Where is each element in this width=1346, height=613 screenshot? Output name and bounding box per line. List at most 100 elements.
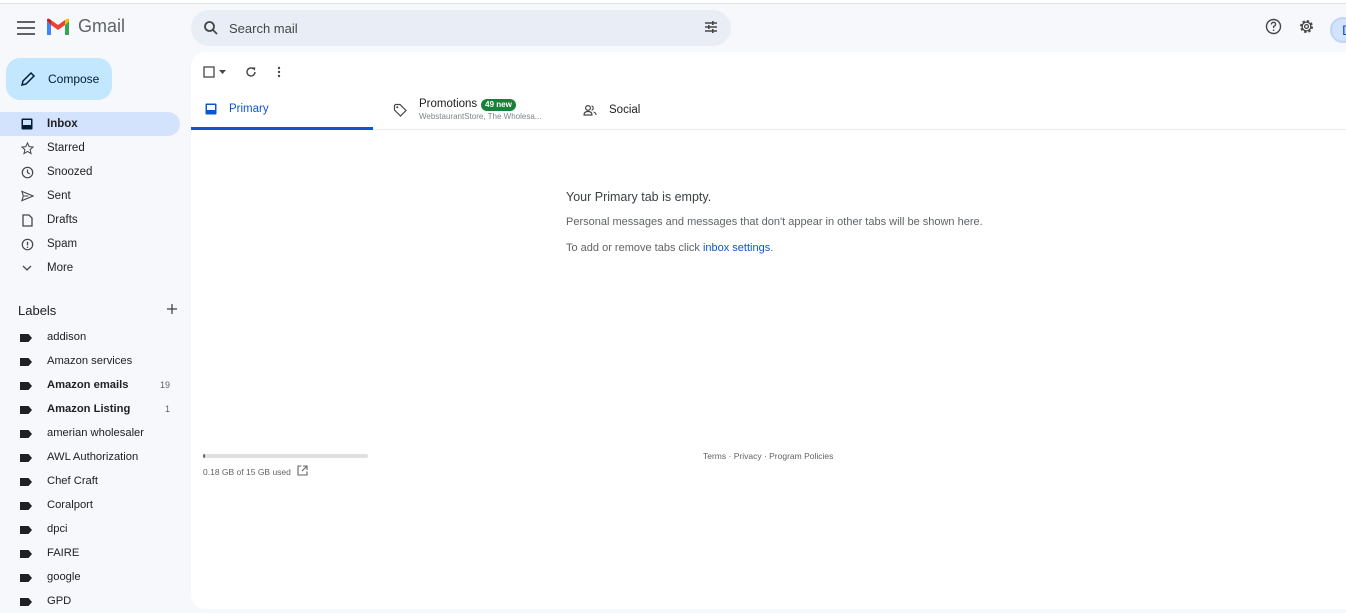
sidebar-item-label: Drafts: [47, 214, 78, 226]
search-bar[interactable]: [191, 10, 731, 46]
account-avatar[interactable]: D: [1330, 17, 1346, 43]
label-item[interactable]: Amazon Listing 1: [0, 397, 180, 421]
inbox-icon: [19, 116, 35, 132]
label-tag-icon: [20, 357, 32, 366]
draft-icon: [19, 212, 35, 228]
main-nav: Inbox Starred Snoozed Sent Drafts Spam M…: [0, 112, 180, 280]
star-icon: [19, 140, 35, 156]
label-tag-icon: [20, 597, 32, 606]
sidebar-item-inbox[interactable]: Inbox: [0, 112, 180, 136]
compose-label: Compose: [48, 72, 100, 86]
label-tag-icon: [20, 405, 32, 414]
label-tag-icon: [20, 525, 32, 534]
search-icon[interactable]: [193, 20, 229, 36]
label-name: addison: [47, 331, 87, 343]
sidebar: Compose Inbox Starred Snoozed Sent Draft…: [0, 52, 191, 609]
tab-primary-label: Primary: [229, 102, 269, 115]
label-item[interactable]: Chef Craft: [0, 469, 180, 493]
settings-gear-icon[interactable]: [1298, 18, 1315, 40]
storage-bar-fill: [203, 454, 205, 458]
sidebar-item-starred[interactable]: Starred: [0, 136, 180, 160]
label-item[interactable]: Amazon emails 19: [0, 373, 180, 397]
storage-usage: 0.18 GB of 15 GB used: [203, 454, 368, 478]
label-tag-icon: [20, 333, 32, 342]
sidebar-item-sent[interactable]: Sent: [0, 184, 180, 208]
inbox-icon: [205, 103, 217, 115]
empty-description: Personal messages and messages that don'…: [566, 216, 983, 228]
sidebar-item-spam[interactable]: Spam: [0, 232, 180, 256]
label-item[interactable]: addison: [0, 325, 180, 349]
privacy-link[interactable]: Privacy: [734, 451, 762, 461]
empty-title: Your Primary tab is empty.: [566, 190, 712, 204]
new-count-badge: 49 new: [481, 99, 516, 111]
add-label-icon[interactable]: [166, 303, 178, 318]
sidebar-item-label: Snoozed: [47, 166, 93, 178]
label-item[interactable]: FAIRE: [0, 541, 180, 565]
program-policies-link[interactable]: Program Policies: [769, 451, 833, 461]
label-tag-icon: [20, 453, 32, 462]
label-name: amerian wholesaler: [47, 427, 145, 439]
label-name: GPD: [47, 595, 72, 607]
storage-text-row: 0.18 GB of 15 GB used: [203, 465, 368, 478]
label-tag-icon: [20, 429, 32, 438]
people-icon: [583, 104, 597, 116]
sidebar-item-label: Spam: [47, 238, 78, 250]
label-item[interactable]: dpci: [0, 517, 180, 541]
label-item[interactable]: Coralport: [0, 493, 180, 517]
select-dropdown-icon[interactable]: [219, 69, 226, 75]
search-options-icon[interactable]: [703, 19, 719, 40]
tab-primary[interactable]: Primary: [191, 90, 373, 130]
label-name: Amazon services: [47, 355, 133, 367]
empty-hint-suffix: .: [770, 242, 774, 254]
sidebar-item-label: Starred: [47, 142, 85, 154]
tab-promotions[interactable]: Promotions 49 new WebstaurantStore, The …: [393, 90, 583, 130]
sidebar-item-label: Sent: [47, 190, 71, 202]
more-options-icon[interactable]: [277, 66, 281, 78]
inbox-settings-link[interactable]: inbox settings: [703, 242, 770, 254]
label-name: google: [47, 571, 81, 583]
label-item[interactable]: amerian wholesaler: [0, 421, 180, 445]
label-unread-count: 1: [164, 404, 170, 414]
label-item[interactable]: GPD: [0, 589, 180, 613]
label-tag-icon: [20, 501, 32, 510]
app-name: Gmail: [78, 16, 126, 36]
gmail-logo[interactable]: Gmail: [46, 16, 125, 37]
label-name: Chef Craft: [47, 475, 98, 487]
label-tag-icon: [20, 549, 32, 558]
sidebar-item-drafts[interactable]: Drafts: [0, 208, 180, 232]
category-tabs: Primary Promotions 49 new WebstaurantSto…: [191, 90, 1346, 130]
tab-social[interactable]: Social: [583, 90, 763, 130]
refresh-icon[interactable]: [245, 66, 257, 78]
select-checkbox[interactable]: [203, 66, 215, 78]
sidebar-item-snoozed[interactable]: Snoozed: [0, 160, 180, 184]
compose-button[interactable]: Compose: [6, 58, 112, 100]
label-name: FAIRE: [47, 547, 80, 559]
main-menu-icon[interactable]: [14, 16, 38, 40]
header: Gmail D: [0, 4, 1346, 52]
label-name: Amazon Listing: [47, 403, 131, 415]
label-tag-icon: [20, 381, 32, 390]
label-item[interactable]: AWL Authorization: [0, 445, 180, 469]
help-icon[interactable]: [1265, 18, 1282, 40]
label-item[interactable]: Amazon services: [0, 349, 180, 373]
clock-icon: [19, 164, 35, 180]
tab-social-label: Social: [609, 104, 641, 116]
open-external-icon[interactable]: [297, 465, 308, 478]
label-name: AWL Authorization: [47, 451, 139, 463]
empty-hint-prefix: To add or remove tabs click: [566, 242, 703, 254]
storage-bar: [203, 454, 368, 458]
footer-separator: ·: [761, 451, 770, 461]
storage-text: 0.18 GB of 15 GB used: [203, 466, 291, 477]
terms-link[interactable]: Terms: [703, 451, 726, 461]
sidebar-item-label: Inbox: [47, 118, 78, 130]
label-item[interactable]: google: [0, 565, 180, 589]
label-name: Coralport: [47, 499, 94, 511]
search-input[interactable]: [229, 20, 679, 36]
footer-separator: ·: [726, 451, 734, 461]
labels-header: Labels: [18, 300, 178, 320]
promotions-text: Promotions 49 new WebstaurantStore, The …: [419, 98, 541, 121]
chevron-down-icon: [19, 260, 35, 276]
tag-icon: [393, 103, 407, 117]
sidebar-item-more[interactable]: More: [0, 256, 180, 280]
labels-title: Labels: [18, 302, 57, 318]
